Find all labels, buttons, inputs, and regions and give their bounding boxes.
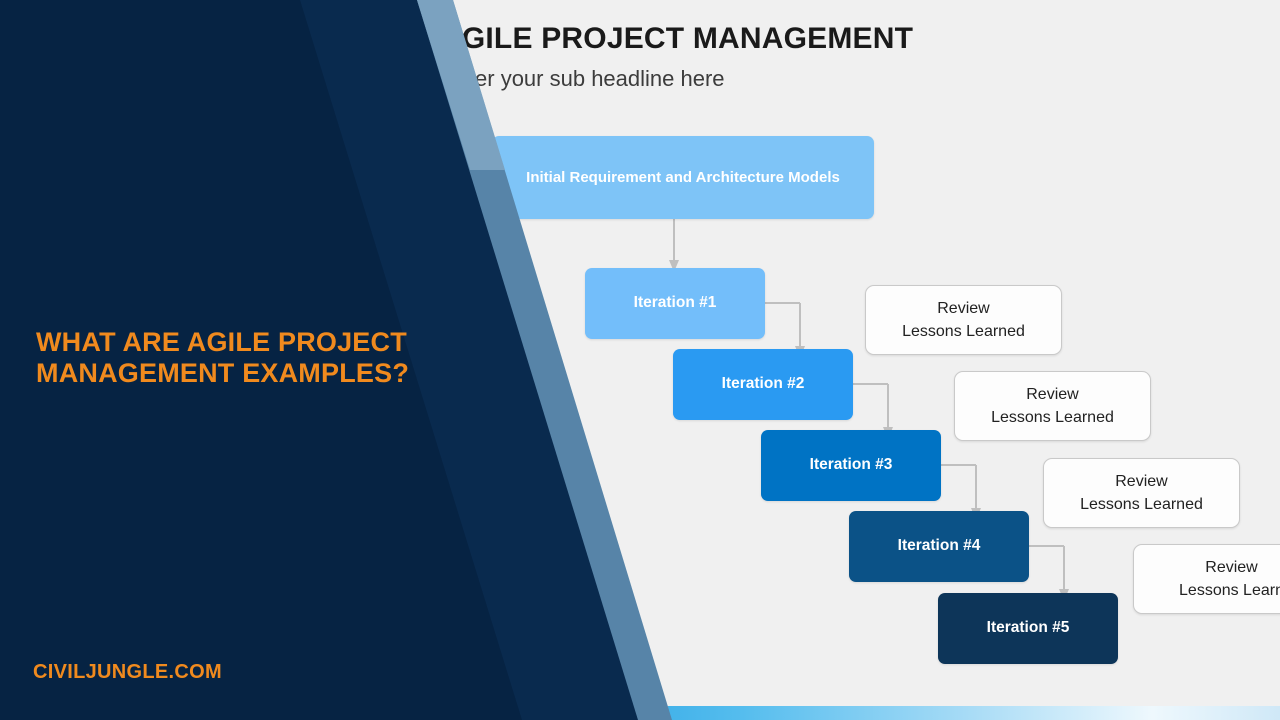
node-iteration-1[interactable]: Iteration #1 [585,268,765,339]
slide-canvas: AGILE PROJECT MANAGEMENT Enter your sub … [0,0,1280,720]
node-iteration-5[interactable]: Iteration #5 [938,593,1118,664]
node-iteration-3[interactable]: Iteration #3 [761,430,941,501]
review-text-4: Review Lessons Learn [1179,558,1280,599]
review-text-1: Review Lessons Learned [902,299,1025,340]
node-iteration-2[interactable]: Iteration #2 [673,349,853,420]
review-text-2: Review Lessons Learned [991,385,1114,426]
node-review-lessons-learned-4[interactable]: Review Lessons Learn [1133,544,1280,614]
page-headline: WHAT ARE AGILE PROJECT MANAGEMENT EXAMPL… [36,327,410,388]
node-initial-requirement[interactable]: Initial Requirement and Architecture Mod… [492,136,874,219]
brand-watermark: CIVILJUNGLE.COM [33,661,222,683]
connector-root-to-iteration-1 [669,216,679,272]
node-review-lessons-learned-2[interactable]: Review Lessons Learned [954,371,1151,441]
node-iteration-4[interactable]: Iteration #4 [849,511,1029,582]
node-review-lessons-learned-3[interactable]: Review Lessons Learned [1043,458,1240,528]
node-review-lessons-learned-1[interactable]: Review Lessons Learned [865,285,1062,355]
review-text-3: Review Lessons Learned [1080,472,1203,513]
